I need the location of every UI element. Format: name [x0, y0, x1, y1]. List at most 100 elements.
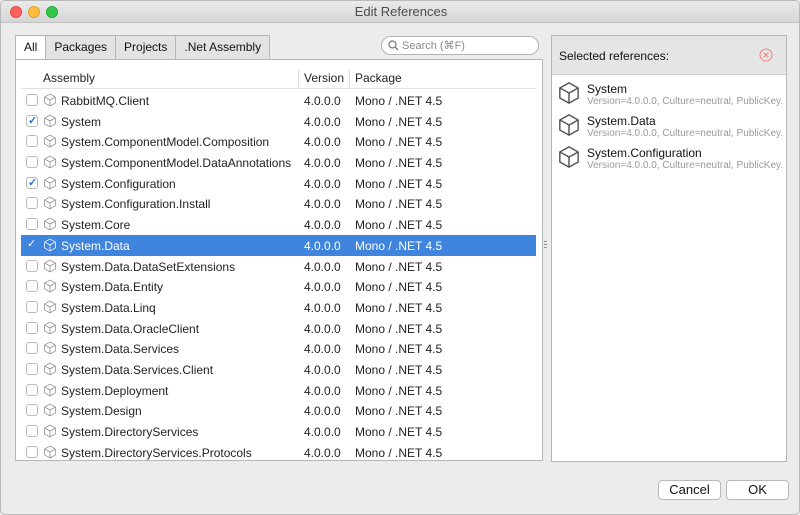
reference-checkbox[interactable]: [26, 197, 38, 210]
reference-checkbox[interactable]: [26, 445, 38, 458]
reference-checkbox[interactable]: [26, 259, 38, 272]
assembly-package: Mono / .NET 4.5: [355, 114, 443, 129]
assembly-package: Mono / .NET 4.5: [355, 259, 443, 274]
table-row[interactable]: System.DirectoryServices.Protocols 4.0.0.…: [21, 442, 536, 460]
assembly-version: 4.0.0.0: [304, 280, 341, 295]
package-cube-icon: [43, 424, 57, 438]
reference-checkbox[interactable]: [26, 280, 38, 293]
assembly-package: Mono / .NET 4.5: [355, 238, 443, 253]
assembly-package: Mono / .NET 4.5: [355, 176, 443, 191]
assembly-version: 4.0.0.0: [304, 321, 341, 336]
tab-packages[interactable]: Packages: [45, 35, 116, 59]
assembly-name: RabbitMQ.Client: [61, 94, 150, 108]
column-divider[interactable]: [349, 70, 350, 87]
assembly-name: System.Data.Services.Client: [61, 362, 214, 377]
column-divider[interactable]: [298, 70, 299, 87]
package-cube-icon: [43, 176, 57, 190]
reference-checkbox[interactable]: [26, 218, 38, 231]
table-row[interactable]: System.Deployment 4.0.0.0 Mono / .NET 4.5: [21, 380, 536, 401]
table-row[interactable]: System.Core 4.0.0.0 Mono / .NET 4.5: [21, 214, 536, 235]
assembly-package: Mono / .NET 4.5: [355, 94, 443, 108]
search-input[interactable]: [402, 38, 532, 53]
assembly-package: Mono / .NET 4.5: [355, 383, 443, 398]
reference-checkbox[interactable]: [26, 156, 38, 169]
assembly-package: Mono / .NET 4.5: [355, 342, 443, 357]
assembly-list-panel: Assembly Version Package RabbitMQ.Client…: [15, 59, 543, 461]
assembly-name: System.Configuration.Install: [61, 197, 211, 212]
table-row[interactable]: System.ComponentModel.DataAnnotations 4.0…: [21, 152, 536, 173]
table-row[interactable]: System.Design 4.0.0.0 Mono / .NET 4.5: [21, 400, 536, 421]
reference-checkbox[interactable]: [26, 342, 38, 355]
tab-net-assembly[interactable]: .Net Assembly: [175, 35, 271, 59]
assembly-package: Mono / .NET 4.5: [355, 425, 443, 439]
reference-checkbox[interactable]: ✓: [26, 237, 38, 251]
table-row[interactable]: System.Data.Services 4.0.0.0 Mono / .NET 4…: [21, 338, 536, 359]
package-cube-icon: [43, 403, 57, 417]
column-header-version[interactable]: Version: [304, 71, 344, 85]
tab-projects[interactable]: Projects: [115, 35, 176, 59]
assembly-name: System.Data.Linq: [61, 300, 156, 315]
reference-checkbox[interactable]: [26, 300, 38, 313]
assembly-package: Mono / .NET 4.5: [355, 156, 443, 171]
table-header: Assembly Version Package: [21, 67, 536, 89]
table-row[interactable]: System.Configuration.Install 4.0.0.0 Mono …: [21, 193, 536, 214]
table-row[interactable]: ✓ System 4.0.0.0 Mono / .NET 4.5: [21, 111, 536, 132]
package-cube-icon: [558, 145, 580, 169]
assembly-name: System.ComponentModel.Composition: [61, 135, 270, 150]
column-header-assembly[interactable]: Assembly: [43, 71, 95, 85]
filter-tabs: All Packages Projects .Net Assembly: [15, 35, 271, 59]
selected-references-title: Selected references:: [559, 49, 670, 63]
table-row[interactable]: System.Data.OracleClient 4.0.0.0 Mono / .N…: [21, 318, 536, 339]
reference-checkbox[interactable]: [26, 362, 38, 375]
reference-name: System: [587, 82, 628, 96]
selected-reference-item[interactable]: System Version=4.0.0.0, Culture=neutral, …: [552, 78, 786, 110]
assembly-name: System.Data.Services: [61, 342, 180, 357]
reference-checkbox[interactable]: ✓: [26, 114, 38, 127]
assembly-name: System.Configuration: [61, 176, 176, 191]
package-cube-icon: [43, 217, 57, 231]
reference-checkbox[interactable]: [26, 383, 38, 396]
table-row[interactable]: System.Data.Linq 4.0.0.0 Mono / .NET 4.5: [21, 297, 536, 318]
cancel-button[interactable]: Cancel: [658, 480, 721, 500]
assembly-name: System.Design: [61, 404, 142, 419]
assembly-name: System.Data: [61, 238, 130, 253]
reference-checkbox[interactable]: [26, 425, 38, 437]
table-row[interactable]: System.Data.Services.Client 4.0.0.0 Mono /…: [21, 359, 536, 380]
table-row[interactable]: ✓ System.Configuration 4.0.0.0 Mono / .NET …: [21, 173, 536, 194]
clear-selection-icon[interactable]: [759, 48, 773, 62]
reference-details: Version=4.0.0.0, Culture=neutral, Public…: [587, 96, 784, 107]
assembly-version: 4.0.0.0: [304, 238, 341, 253]
table-row[interactable]: ✓ System.Data 4.0.0.0 Mono / .NET 4.5: [21, 234, 536, 256]
search-box[interactable]: [381, 36, 539, 55]
reference-checkbox[interactable]: [26, 135, 38, 148]
table-row[interactable]: System.Data.DataSetExtensions 4.0.0.0 Mono…: [21, 256, 536, 277]
assembly-package: Mono / .NET 4.5: [355, 197, 443, 212]
assembly-version: 4.0.0.0: [304, 114, 341, 129]
selected-reference-item[interactable]: System.Data Version=4.0.0.0, Culture=neut…: [552, 110, 786, 142]
reference-checkbox[interactable]: [26, 404, 38, 417]
selected-reference-item[interactable]: System.Configuration Version=4.0.0.0, Cul…: [552, 142, 786, 174]
assembly-version: 4.0.0.0: [304, 94, 341, 108]
ok-button[interactable]: OK: [726, 480, 789, 500]
table-row[interactable]: System.DirectoryServices 4.0.0.0 Mono / .N…: [21, 421, 536, 442]
table-row[interactable]: System.ComponentModel.Composition 4.0.0.0…: [21, 131, 536, 152]
column-header-package[interactable]: Package: [355, 71, 402, 85]
table-row[interactable]: RabbitMQ.Client 4.0.0.0 Mono / .NET 4.5: [21, 90, 536, 111]
package-cube-icon: [43, 155, 57, 169]
selected-references-header: Selected references:: [552, 36, 786, 75]
reference-checkbox[interactable]: [26, 321, 38, 334]
assembly-rows: RabbitMQ.Client 4.0.0.0 Mono / .NET 4.5 ✓ Sy…: [21, 90, 536, 460]
assembly-package: Mono / .NET 4.5: [355, 218, 443, 233]
package-cube-icon: [43, 362, 57, 376]
assembly-package: Mono / .NET 4.5: [355, 135, 443, 150]
table-row[interactable]: System.Data.Entity 4.0.0.0 Mono / .NET 4.5: [21, 276, 536, 297]
tab-all[interactable]: All: [15, 35, 46, 59]
checkmark-icon: ✓: [27, 237, 37, 250]
reference-checkbox[interactable]: ✓: [26, 176, 38, 189]
assembly-version: 4.0.0.0: [304, 259, 341, 274]
assembly-name: System.DirectoryServices: [61, 425, 199, 439]
package-cube-icon: [43, 93, 57, 107]
splitter-handle[interactable]: [544, 241, 548, 251]
reference-checkbox[interactable]: [26, 94, 38, 106]
package-cube-icon: [43, 134, 57, 148]
